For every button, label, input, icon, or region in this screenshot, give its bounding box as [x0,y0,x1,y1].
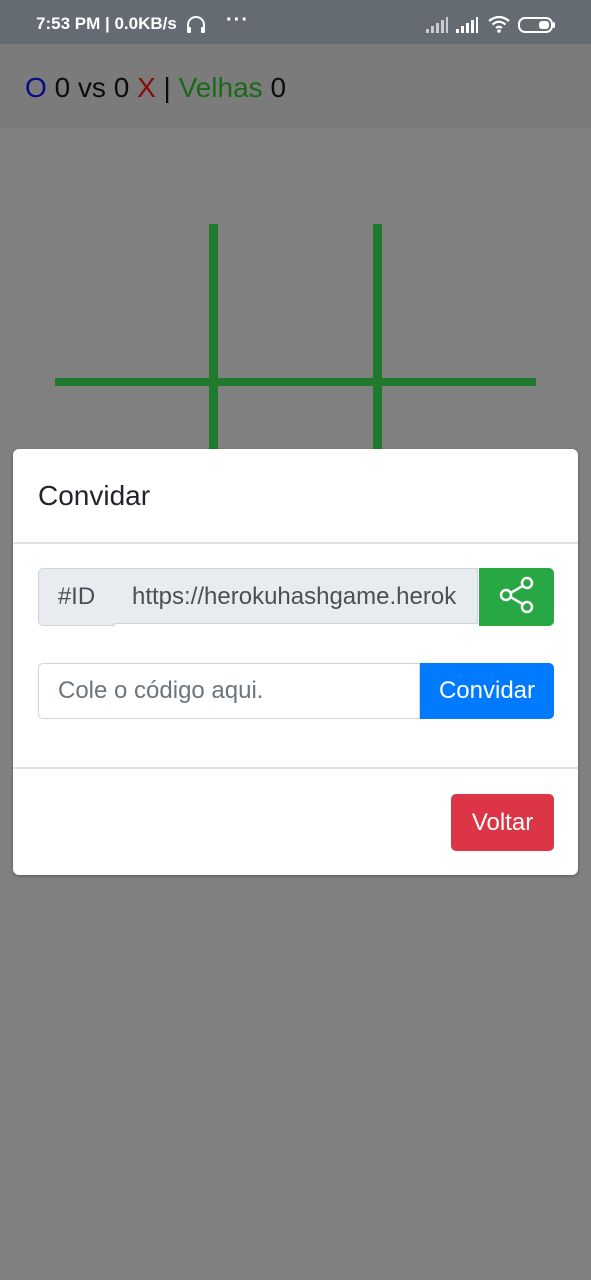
share-button[interactable] [479,568,554,626]
share-icon [498,576,536,619]
signal-icon [456,17,478,38]
status-time: 7:53 PM | 0.0KB/s [36,14,177,33]
draws-score: 0 [270,72,287,103]
player-x-score: 0 [113,72,130,103]
id-prefix-label: #ID [38,568,115,626]
score-separator: | [163,72,171,103]
signal-icon [426,17,448,38]
code-input[interactable] [38,663,420,719]
score-line: O 0 vs 0 X | Velhas 0 [25,71,286,105]
vs-label: vs [77,72,106,103]
headset-icon [186,16,206,39]
status-bar: 7:53 PM | 0.0KB/s ··· [0,0,591,44]
draws-label: Velhas [178,72,263,103]
player-o-symbol: O [25,72,47,103]
id-link-field[interactable]: https://herokuhashgame.herok [114,568,478,624]
back-button[interactable]: Voltar [451,794,554,851]
modal-footer-divider [13,767,578,769]
id-input-group: #ID https://herokuhashgame.herok [38,568,554,626]
code-input-group: Convidar [38,663,554,719]
modal-title: Convidar [38,480,151,511]
player-o-score: 0 [54,72,71,103]
battery-icon [518,17,556,38]
invite-button[interactable]: Convidar [420,663,554,719]
wifi-icon [487,15,511,38]
invite-modal: Convidar #ID https://herokuhashgame.hero… [13,449,578,875]
player-x-symbol: X [137,72,156,103]
more-icon: ··· [226,9,249,31]
modal-header-divider [13,542,578,544]
board-line-horizontal-top [55,378,536,386]
score-header: O 0 vs 0 X | Velhas 0 [0,44,591,128]
